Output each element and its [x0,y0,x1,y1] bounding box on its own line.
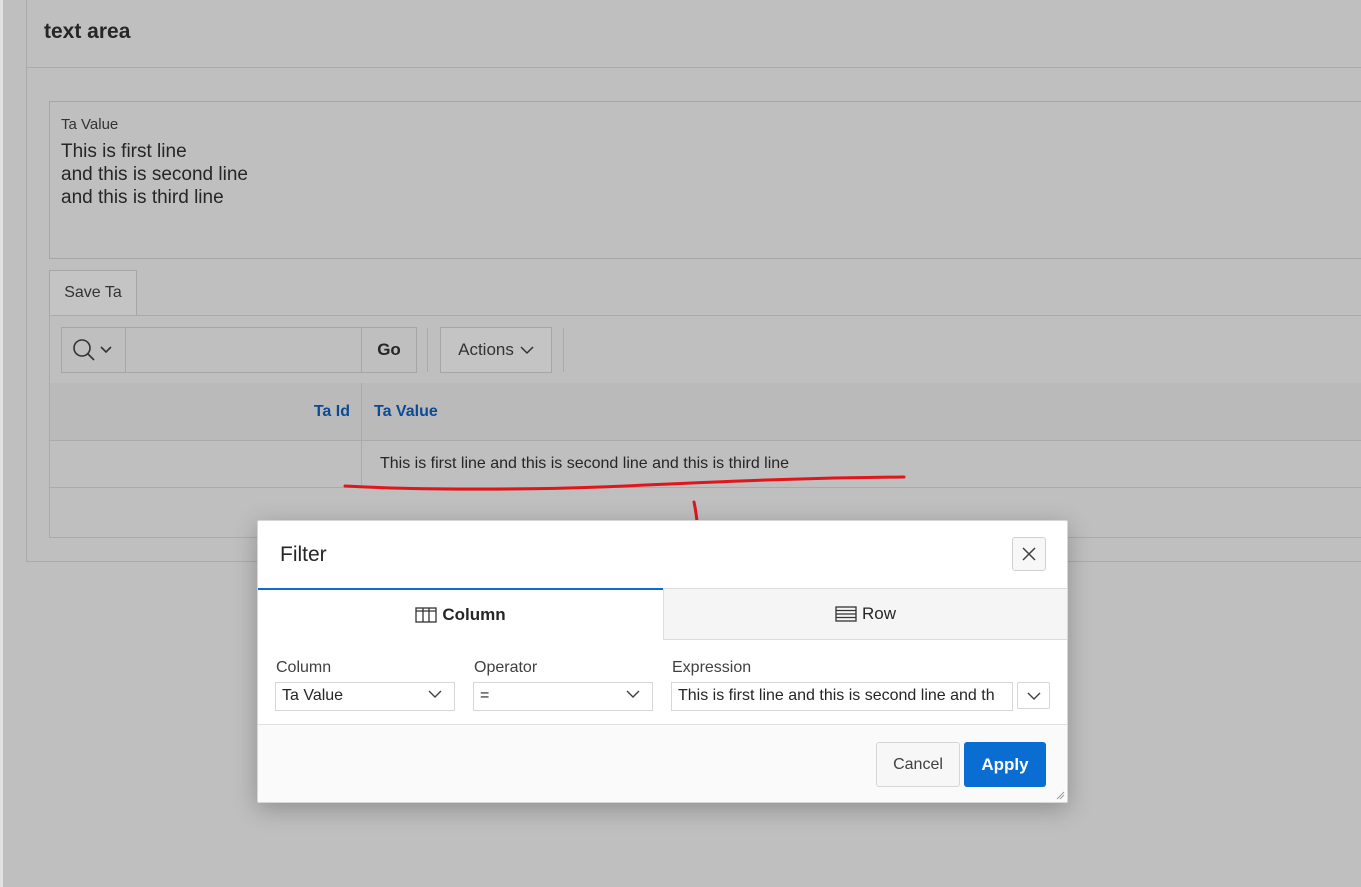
filter-type-tabs: Column Row [258,588,1067,640]
search-bar: Go [61,327,417,373]
filter-fields: Column Ta Value Operator = Expression Th… [258,640,1067,725]
operator-select[interactable]: = [473,682,653,711]
apply-button[interactable]: Apply [964,742,1046,787]
close-button[interactable] [1012,537,1046,571]
table-row-icon [835,606,857,622]
chevron-down-icon [428,690,442,698]
operator-select-value: = [480,687,490,704]
column-header-ta-id-label[interactable]: Ta Id [314,403,350,421]
dialog-footer: Cancel Apply [258,724,1067,802]
column-header-ta-id[interactable]: Ta Id [50,383,362,440]
ta-value-text[interactable]: This is first line and this is second li… [61,140,248,209]
actions-button[interactable]: Actions [440,327,552,373]
search-column-selector[interactable] [62,328,126,372]
toolbar-divider [427,328,428,372]
tab-column[interactable]: Column [258,588,663,640]
close-icon [1022,547,1036,561]
cell-ta-id [50,441,362,487]
left-edge [0,0,3,887]
table-header-row: Ta Id Ta Value [50,383,1361,441]
table-column-icon [415,607,438,623]
ta-line-3: and this is third line [61,187,224,208]
go-button[interactable]: Go [362,328,416,372]
interactive-report: Go Actions Ta Id Ta Value This is first … [49,315,1361,538]
column-select[interactable]: Ta Value [275,682,455,711]
region-title: text area [44,20,131,43]
toolbar-divider [563,328,564,372]
resize-icon[interactable] [1055,790,1065,800]
expression-values-toggle[interactable] [1017,682,1050,709]
ta-value-label: Ta Value [61,116,119,133]
actions-label: Actions [458,340,514,359]
expression-input[interactable]: This is first line and this is second li… [671,682,1013,711]
column-header-ta-value[interactable]: Ta Value [374,403,438,421]
filter-dialog: Filter Column Row Column Ta Value Operat… [257,520,1068,803]
table-row: This is first line and this is second li… [50,441,1361,488]
tab-row[interactable]: Row [663,588,1067,640]
dialog-title: Filter [280,543,327,566]
ta-value-textarea[interactable]: Ta Value This is first line and this is … [49,101,1361,259]
search-icon [73,339,112,361]
cancel-button[interactable]: Cancel [876,742,960,787]
column-field-label: Column [276,659,332,676]
column-select-value: Ta Value [282,687,344,704]
cell-ta-value: This is first line and this is second li… [380,455,790,472]
save-ta-button[interactable]: Save Ta [49,270,137,316]
operator-field-label: Operator [474,659,538,676]
chevron-down-icon [520,346,534,355]
chevron-down-icon [1027,692,1040,700]
ta-line-1: This is first line [61,141,187,162]
tab-row-label: Row [861,604,896,623]
tab-column-label: Column [442,605,506,624]
region-divider [27,67,1361,68]
chevron-down-icon [626,690,640,698]
expression-field-label: Expression [672,659,752,676]
search-input[interactable] [126,328,362,372]
ta-line-2: and this is second line [61,164,248,185]
